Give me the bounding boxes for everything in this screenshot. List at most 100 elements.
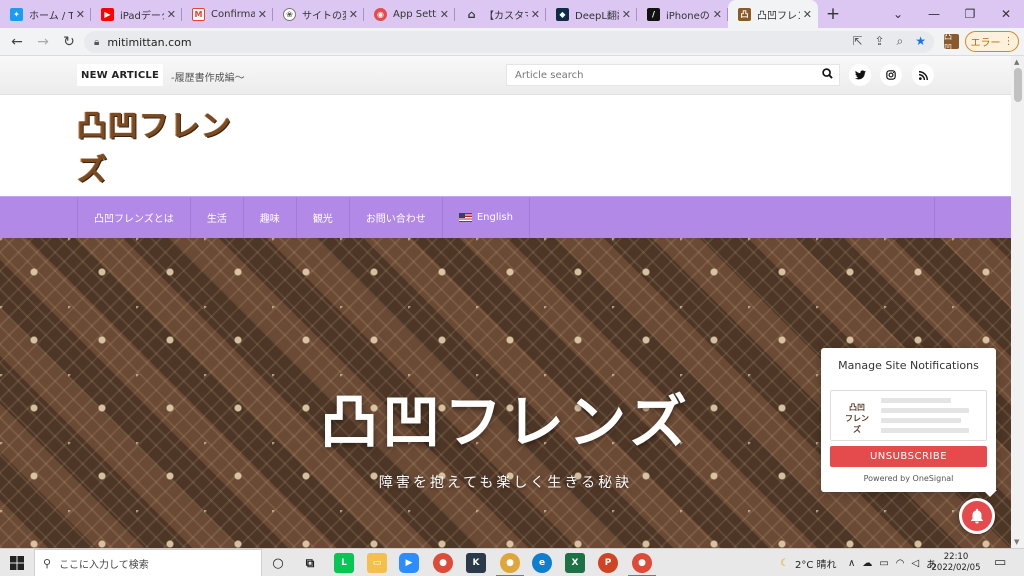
zoom-app-icon[interactable]: ▶: [399, 553, 419, 573]
tab-iphone[interactable]: / iPhoneの ✕: [637, 0, 728, 28]
profile-error-button[interactable]: エラー ⋮: [965, 31, 1019, 52]
weather-widget[interactable]: ☾ 2°C 晴れ: [780, 549, 837, 576]
article-search-input[interactable]: [507, 65, 807, 85]
tab-twitter[interactable]: ✦ ホーム / Tw ✕: [0, 0, 91, 28]
minimize-button[interactable]: —: [916, 7, 952, 21]
tab-gmail[interactable]: M Confirma ✕: [182, 0, 273, 28]
taskbar-search-placeholder: ここに入力して検索: [59, 559, 149, 571]
site-header: 凸凹フレンズ: [0, 95, 1011, 196]
taskbar-search-box[interactable]: ⚲ ここに入力して検索: [34, 549, 262, 576]
nav-item-about[interactable]: 凸凹フレンズとは: [78, 197, 191, 238]
tab-label: App Settin: [393, 8, 437, 20]
preview-line: [881, 398, 951, 403]
restore-button[interactable]: ❐: [952, 7, 988, 21]
powerpoint-icon[interactable]: P: [598, 553, 618, 573]
close-icon[interactable]: ✕: [349, 8, 358, 21]
tab-label: 凸凹フレン: [757, 10, 800, 22]
rss-icon[interactable]: [912, 64, 934, 86]
twitter-icon[interactable]: [849, 64, 871, 86]
site-topbar: NEW ARTICLE -履歴書作成編～: [0, 56, 1011, 95]
notification-popup: Manage Site Notifications 凸凹 フレンズ UNSUBSC…: [821, 348, 997, 497]
nav-item-english[interactable]: English: [443, 197, 530, 238]
bookmark-star-icon[interactable]: ★: [915, 34, 926, 49]
popup-arrow: [983, 490, 997, 497]
cortana-icon[interactable]: ○: [268, 553, 288, 573]
line-app-icon[interactable]: L: [334, 553, 354, 573]
lock-icon[interactable]: 🔒︎: [94, 37, 99, 48]
close-icon[interactable]: ✕: [622, 8, 631, 21]
battery-icon[interactable]: ▭: [879, 558, 888, 569]
tab-openai[interactable]: ❀ サイトの変 ✕: [273, 0, 364, 28]
scroll-down-icon[interactable]: ▼: [1014, 538, 1019, 546]
new-article-link[interactable]: -履歴書作成編～: [171, 69, 245, 84]
chrome-icon[interactable]: ●: [433, 553, 453, 573]
tab-dekoboko-active[interactable]: 凸 凸凹フレン ✕: [728, 0, 818, 28]
moon-icon: ☾: [780, 557, 789, 569]
nav-item-hobby[interactable]: 趣味: [244, 197, 297, 238]
new-tab-button[interactable]: +: [818, 0, 848, 28]
close-icon[interactable]: ✕: [531, 8, 540, 21]
speaker-icon[interactable]: ◁: [912, 558, 920, 569]
preview-line: [881, 408, 969, 413]
close-icon[interactable]: ✕: [167, 8, 176, 21]
edge-icon[interactable]: e: [532, 553, 552, 573]
close-window-button[interactable]: ✕: [988, 7, 1024, 21]
tab-onesignal[interactable]: ◉ App Settin ✕: [364, 0, 455, 28]
reload-button[interactable]: ↻: [56, 34, 82, 50]
open-in-new-icon[interactable]: ⇱: [852, 34, 862, 49]
scrollbar-thumb[interactable]: [1014, 68, 1022, 102]
wifi-icon[interactable]: ◠: [896, 558, 905, 569]
share-icon[interactable]: ⇪: [874, 34, 884, 49]
scroll-up-icon[interactable]: ▲: [1014, 58, 1019, 66]
address-bar[interactable]: 🔒︎ mitimittan.com ⇱ ⇪ ⌕ ★: [84, 31, 934, 53]
back-button[interactable]: ←: [4, 34, 30, 50]
kindle-icon[interactable]: K: [466, 553, 486, 573]
tab-customize[interactable]: ⌂ 【カスタマイ ✕: [455, 0, 546, 28]
home-icon: ⌂: [467, 7, 476, 21]
windows-taskbar: ⚲ ここに入力して検索 ○ ⧉ L ▭ ▶ ● K ● e X P ● ☾ 2°…: [0, 548, 1024, 576]
nav-divider: [934, 197, 935, 238]
close-icon[interactable]: ✕: [258, 8, 267, 21]
new-article-badge[interactable]: NEW ARTICLE: [77, 64, 163, 86]
more-vertical-icon: ⋮: [1003, 36, 1014, 47]
notification-bell-button[interactable]: [959, 498, 995, 534]
task-view-icon[interactable]: ⧉: [300, 553, 320, 573]
us-flag-icon: [458, 213, 472, 222]
notification-popup-title: Manage Site Notifications: [838, 359, 979, 372]
chrome-profile-icon[interactable]: ●: [628, 553, 656, 576]
search-icon[interactable]: [822, 68, 833, 82]
nav-item-sightseeing[interactable]: 観光: [297, 197, 350, 238]
tab-deepl[interactable]: ◆ DeepL翻訳 ✕: [546, 0, 637, 28]
windows-start-button[interactable]: [0, 549, 34, 576]
instagram-icon[interactable]: [880, 64, 902, 86]
tab-label: Confirma: [211, 8, 255, 20]
onesignal-icon: ◉: [374, 7, 387, 21]
page-scrollbar[interactable]: ▲ ▼: [1011, 56, 1024, 548]
search-icon: ⚲: [43, 556, 52, 570]
chevron-up-icon[interactable]: ∧: [848, 558, 855, 569]
nav-item-life[interactable]: 生活: [191, 197, 244, 238]
dekoboko-extension-icon[interactable]: 凸凹: [944, 32, 959, 52]
tab-youtube[interactable]: ▶ iPadデータ ✕: [91, 0, 182, 28]
unsubscribe-button[interactable]: UNSUBSCRIBE: [830, 446, 987, 467]
excel-icon[interactable]: X: [565, 553, 585, 573]
preview-line: [881, 418, 961, 423]
tab-label: ホーム / Tw: [29, 10, 73, 22]
dekoboko-icon: 凸: [738, 7, 751, 21]
taskbar-clock[interactable]: 22:10 2022/02/05: [928, 552, 984, 574]
forward-button[interactable]: →: [30, 34, 56, 50]
close-icon[interactable]: ✕: [76, 8, 85, 21]
onedrive-icon[interactable]: ☁: [862, 558, 872, 569]
chrome-active-icon[interactable]: ●: [496, 553, 524, 576]
file-explorer-icon[interactable]: ▭: [367, 553, 387, 573]
zoom-icon[interactable]: ⌕: [897, 34, 904, 49]
close-icon[interactable]: ✕: [803, 8, 812, 21]
clock-time: 22:10: [943, 552, 969, 562]
close-icon[interactable]: ✕: [713, 8, 722, 21]
preview-line: [881, 428, 969, 433]
action-center-icon[interactable]: ▭: [994, 555, 1006, 570]
close-icon[interactable]: ✕: [440, 8, 449, 21]
site-logo[interactable]: 凸凹フレンズ: [77, 109, 249, 188]
nav-item-contact[interactable]: お問い合わせ: [350, 197, 443, 238]
tab-search-icon[interactable]: ⌄: [880, 7, 916, 21]
